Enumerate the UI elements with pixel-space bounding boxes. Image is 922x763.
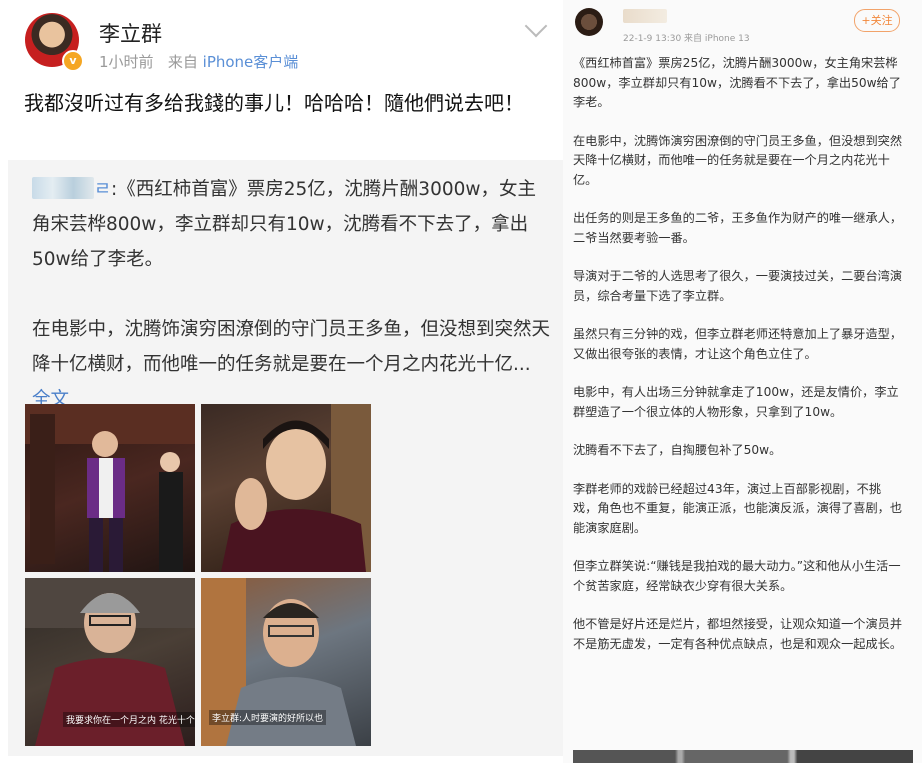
blurred-author-name[interactable]: [623, 9, 667, 23]
blurred-username[interactable]: [32, 177, 94, 199]
post-time: 1小时前: [99, 53, 154, 71]
article-panel-right: 22-1-9 13:30 来自 iPhone 13 +关注 《西红柿首富》票房2…: [563, 0, 922, 763]
verified-badge-icon: v: [62, 50, 84, 72]
article-body: 《西红柿首富》票房25亿，沈腾片酬3000w，女主角宋芸桦800w，李立群却只有…: [573, 54, 903, 673]
post-text: 我都沒听过有多给我錢的事儿！哈哈哈！隨他們说去吧！: [24, 91, 524, 115]
article-author-avatar[interactable]: [575, 8, 603, 36]
article-paragraph: 虽然只有三分钟的戏，但李立群老师还特意加上了暴牙造型，又做出很夸张的表情，才让这…: [573, 327, 903, 361]
repost-link-glyph[interactable]: ㄹ: [94, 179, 111, 200]
post-meta: 1小时前 来自 iPhone客户端: [99, 51, 298, 72]
post-source[interactable]: iPhone客户端: [203, 53, 299, 71]
article-paragraph: 李群老师的戏龄已经超过43年，演过上百部影视剧，不挑戏，角色也不重复，能演正派，…: [573, 481, 903, 535]
subtitle-caption: 我要求你在一个月之内 花光十个亿: [63, 712, 195, 727]
article-meta: 22-1-9 13:30 来自 iPhone 13: [623, 34, 750, 44]
actor-closeup-illustration: [221, 404, 371, 572]
stage-scene-illustration: [25, 404, 195, 572]
follow-button[interactable]: +关注: [854, 9, 900, 32]
repost-para-1: ㄹ:《西红柿首富》票房25亿，沈腾片酬3000w，女主角宋芸桦800w，李立群却…: [32, 177, 537, 270]
article-paragraph: 出任务的则是王多鱼的二爷，王多鱼作为财产的唯一继承人，二爷当然要考验一番。: [573, 211, 903, 245]
weibo-post-left: v 李立群 1小时前 来自 iPhone客户端 我都沒听过有多给我錢的事儿！哈哈…: [0, 0, 563, 763]
article-paragraph: 导演对于二爷的人选思考了很久，一要演技过关，二要台湾演员，综合考量下选了李立群。: [573, 269, 903, 303]
article-paragraph: 沈腾看不下去了，自掏腰包补了50w。: [573, 443, 782, 457]
article-image-strip[interactable]: [573, 750, 913, 763]
article-paragraph: 他不管是好片还是烂片，都坦然接受，让观众知道一个演员并不是筋无虚发，一定有各种优…: [573, 617, 903, 651]
post-image-elder-in-robe[interactable]: 我要求你在一个月之内 花光十个亿: [25, 578, 195, 746]
post-image-actor-closeup[interactable]: [201, 404, 371, 572]
article-paragraph: 《西红柿首富》票房25亿，沈腾片酬3000w，女主角宋芸桦800w，李立群却只有…: [573, 56, 901, 109]
article-paragraph: 在电影中，沈腾饰演穷困潦倒的守门员王多鱼，但没想到突然天降十亿横财，而他唯一的任…: [573, 133, 903, 187]
interview-caption: 李立群:人时要演的好所以也: [209, 710, 327, 725]
source-prefix: 来自: [167, 53, 198, 71]
author-name[interactable]: 李立群: [99, 18, 162, 48]
repost-para-2: 在电影中，沈腾饰演穷困潦倒的守门员王多鱼，但没想到突然天降十亿横财，而他唯一的任…: [32, 319, 551, 410]
post-image-stage-scene[interactable]: [25, 404, 195, 572]
article-paragraph: 但李立群笑说:“赚钱是我拍戏的最大动力。”这和他从小生活一个贫苦家庭，经常缺衣少…: [573, 559, 901, 593]
chevron-down-icon[interactable]: [524, 14, 548, 38]
article-paragraph: 电影中，有人出场三分钟就拿走了100w，还是友情价，李立群塑造了一个很立体的人物…: [573, 385, 899, 419]
post-image-interview-shot[interactable]: 李立群:人时要演的好所以也: [201, 578, 371, 746]
